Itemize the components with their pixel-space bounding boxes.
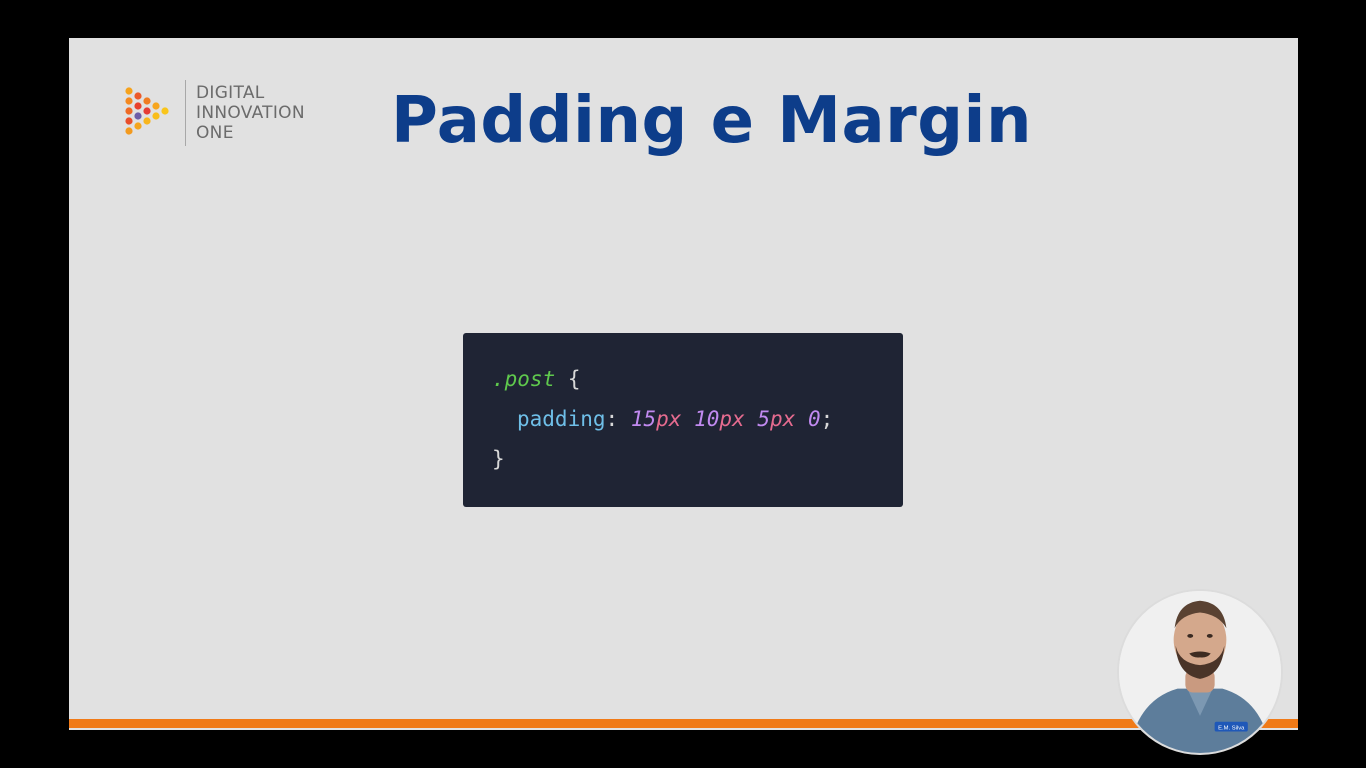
presenter-webcam: E.M. Silva: [1117, 589, 1283, 755]
code-value-num: 10: [694, 407, 720, 431]
code-selector: .post: [492, 367, 556, 391]
slide: DIGITAL INNOVATION ONE Padding e Margin …: [69, 38, 1298, 730]
code-line-3: }: [492, 439, 505, 479]
presenter-badge: E.M. Silva: [1218, 726, 1245, 732]
brand-divider: [185, 80, 186, 146]
code-semicolon: ;: [820, 407, 834, 431]
code-line-1: .post {: [492, 359, 581, 399]
accent-bar: [69, 719, 1298, 728]
brand-line-1: DIGITAL: [196, 83, 265, 103]
code-value-unit: px: [769, 407, 796, 431]
code-close-brace: }: [492, 447, 505, 471]
brand-line-3: ONE: [196, 123, 234, 143]
code-value-unit: px: [656, 407, 682, 431]
code-value-unit: px: [719, 407, 745, 431]
code-line-2: padding: 15px 10px 5px 0;: [517, 399, 833, 439]
code-value-num: 0: [807, 407, 821, 431]
brand-name: DIGITAL INNOVATION ONE: [196, 83, 305, 143]
brand-line-2: INNOVATION: [196, 103, 305, 123]
code-block: .post { padding: 15px 10px 5px 0; }: [463, 333, 903, 507]
code-open-brace: {: [555, 367, 581, 391]
dio-logo-icon: [125, 87, 169, 135]
code-colon: :: [605, 407, 619, 431]
code-value-num: 5: [757, 407, 770, 431]
code-value-num: 15: [630, 407, 657, 431]
brand-logo: DIGITAL INNOVATION ONE: [123, 78, 305, 148]
presenter-video-image: E.M. Silva: [1119, 591, 1281, 753]
slide-title: Padding e Margin: [391, 84, 1033, 158]
code-property: padding: [517, 407, 606, 431]
